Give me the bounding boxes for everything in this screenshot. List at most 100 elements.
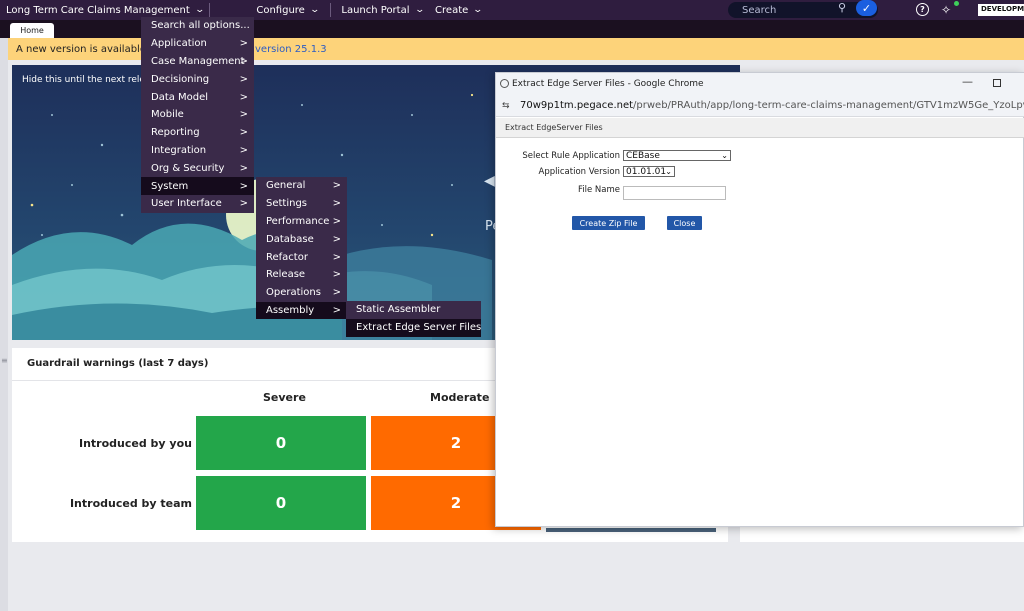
search-submit-button[interactable]: ✓ [856,0,877,16]
header-divider [330,3,332,17]
menu-item-decisioning[interactable]: Decisioning > [141,70,254,88]
menu-item-org-security[interactable]: Org & Security > [141,159,254,177]
menu-item-application[interactable]: Application > [141,35,254,53]
maximize-icon[interactable] [993,79,1001,87]
menu-item-mobile[interactable]: Mobile > [141,106,254,124]
site-settings-icon[interactable]: ⇆ [502,101,510,111]
menu-item-data-model[interactable]: Data Model > [141,88,254,106]
moderate-header: Moderate [430,391,490,404]
configure-menu-button[interactable]: Configure ⌄ [250,0,324,20]
dropdown-arrow-icon: ⌄ [665,167,672,176]
select-value: 01.01.01 [626,166,667,177]
menu-item-reporting[interactable]: Reporting > [141,124,254,142]
minimize-icon[interactable]: — [962,75,973,88]
chevron-right-icon: > [332,180,341,192]
submenu-item-performance[interactable]: Performance > [256,213,347,231]
submenu-item-static-assembler[interactable]: Static Assembler [346,301,481,319]
chevron-right-icon: > [332,251,341,263]
file-name-input[interactable] [623,186,726,200]
create-button[interactable]: Create ⌄ [429,0,488,20]
help-icon[interactable]: ? [916,3,929,16]
network-icon[interactable]: ✧ [941,3,951,17]
chevron-right-icon: > [239,198,248,210]
submenu-item-settings[interactable]: Settings > [256,195,347,213]
version-link[interactable]: version 25.1.3 [255,44,327,55]
create-zip-file-button[interactable]: Create Zip File [572,216,645,230]
menu-item-label: Assembly [266,304,315,316]
application-version-select[interactable]: 01.01.01 ⌄ [623,166,675,177]
popup-window-title: Extract Edge Server Files - Google Chrom… [512,79,704,89]
severe-header: Severe [263,391,306,404]
submenu-item-refactor[interactable]: Refactor > [256,248,347,266]
chevron-right-icon: > [239,180,248,192]
chevron-right-icon: > [239,91,248,103]
chevron-down-icon: ⌄ [309,5,320,15]
menu-item-label: Settings [266,198,308,210]
menu-item-label: Search all options... [151,20,250,32]
carousel-arrow-icon[interactable]: ◀ [484,173,495,189]
menu-item-label: Data Model [151,91,209,103]
chevron-down-icon: ⌄ [472,5,484,15]
guardrail-title: Guardrail warnings (last 7 days) [27,358,209,369]
chevron-down-icon: ⌄ [413,5,425,15]
menu-item-user-interface[interactable]: User Interface > [141,195,254,213]
extract-edge-server-popup: Extract Edge Server Files - Google Chrom… [495,72,1024,527]
application-version-label: Application Version [538,167,620,177]
menu-item-label: Reporting [151,127,200,139]
menu-item-label: Mobile [151,109,184,121]
menu-item-label: User Interface [151,198,222,210]
select-value: CEBase [626,150,660,161]
submenu-item-general[interactable]: General > [256,177,347,195]
menu-item-integration[interactable]: Integration > [141,142,254,160]
chevron-right-icon: > [239,127,248,139]
address-bar[interactable]: 70w9p1tm.pegace.net/prweb/PRAuth/app/lon… [496,95,1024,117]
submenu-item-extract-edge-server-files[interactable]: Extract Edge Server Files [346,318,481,337]
popup-page-header: Extract EdgeServer Files [496,118,1024,138]
row-label-team: Introduced by team [69,497,192,510]
row-label-you: Introduced by you [79,437,192,450]
severe-you-tile[interactable]: 0 [196,416,366,470]
search-icon[interactable]: ⚲ [838,1,846,14]
chevron-right-icon: > [332,198,341,210]
header-divider [209,3,211,17]
chevron-right-icon: > [239,55,248,67]
dropdown-arrow-icon: ⌄ [721,151,728,160]
left-rail: ≡ [0,38,8,611]
tab-home[interactable]: Home [10,23,54,38]
menu-item-label: Static Assembler [356,304,441,316]
menu-item-label: Org & Security [151,162,225,174]
create-label: Create [435,4,469,16]
url-path: /prweb/PRAuth/app/long-term-care-claims-… [633,100,1024,111]
menu-item-label: Integration [151,144,207,156]
menu-item-label: Operations [266,287,321,299]
status-dot [954,1,959,6]
assembly-submenu: Static Assembler Extract Edge Server Fil… [346,301,481,337]
launch-portal-button[interactable]: Launch Portal ⌄ [335,0,429,20]
chevron-right-icon: > [332,215,341,227]
chevron-right-icon: > [239,162,248,174]
popup-title-bar[interactable]: Extract Edge Server Files - Google Chrom… [496,73,1024,95]
search-placeholder: Search [742,4,777,16]
rule-application-select[interactable]: CEBase ⌄ [623,150,731,161]
chevron-right-icon: > [239,144,248,156]
menu-item-search-all-options[interactable]: Search all options... [141,17,254,35]
menu-item-system[interactable]: System > [141,177,254,195]
menu-item-label: Refactor [266,251,308,263]
select-rule-application-label: Select Rule Application [522,151,620,161]
submenu-item-operations[interactable]: Operations > [256,284,347,302]
submenu-item-assembly[interactable]: Assembly > [256,301,347,320]
submenu-item-database[interactable]: Database > [256,230,347,248]
menu-item-label: Application [151,38,207,50]
chevron-right-icon: > [332,287,341,299]
drag-handle-icon[interactable]: ≡ [1,356,8,365]
severe-team-tile[interactable]: 0 [196,476,366,530]
banner-text: A new version is available fo [16,43,159,55]
menu-item-label: Performance [266,215,330,227]
chevron-down-icon: ⌄ [194,5,205,15]
close-button[interactable]: Close [667,216,702,230]
menu-item-case-management[interactable]: Case Management > [141,53,254,71]
submenu-item-release[interactable]: Release > [256,266,347,284]
menu-item-label: Decisioning [151,73,210,85]
hide-until-next-release-link[interactable]: Hide this until the next release [22,75,161,85]
chevron-right-icon: > [332,304,341,316]
